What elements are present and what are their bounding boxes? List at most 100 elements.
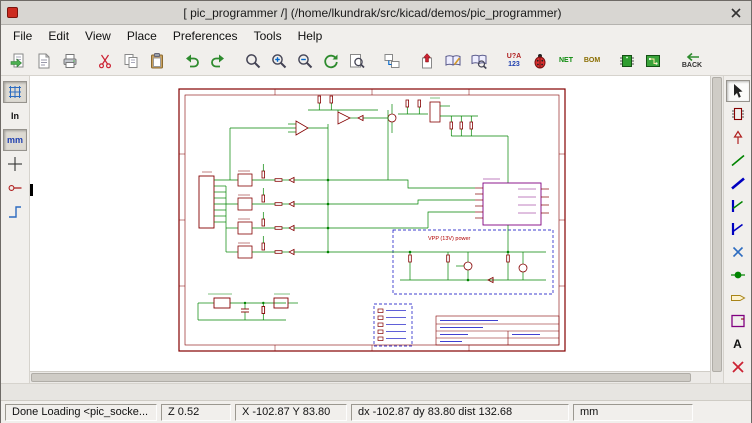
status-message: Done Loading <pic_socke... bbox=[5, 404, 157, 421]
erc-button[interactable] bbox=[527, 48, 553, 74]
page-settings-button[interactable] bbox=[31, 48, 57, 74]
horizontal-scrollbar-thumb[interactable] bbox=[31, 373, 691, 382]
crosshair-cursor bbox=[30, 184, 33, 196]
place-component-button[interactable] bbox=[726, 103, 750, 125]
netlist-button[interactable]: NET bbox=[553, 48, 579, 74]
vertical-scrollbar[interactable] bbox=[710, 76, 723, 383]
back-arrow-icon bbox=[683, 52, 701, 62]
undo-button[interactable] bbox=[179, 48, 205, 74]
bus-to-bus-icon bbox=[729, 220, 747, 238]
wire-to-bus-entry-button[interactable] bbox=[726, 195, 750, 217]
redo-button[interactable] bbox=[205, 48, 231, 74]
zoom-in-button[interactable] bbox=[266, 48, 292, 74]
copy-icon bbox=[122, 52, 140, 70]
leave-sheet-icon bbox=[418, 52, 436, 70]
app-icon bbox=[7, 7, 18, 18]
place-hierarchical-sheet-button[interactable] bbox=[726, 310, 750, 332]
menu-file[interactable]: File bbox=[5, 27, 40, 45]
bom-button[interactable]: BOM bbox=[579, 48, 605, 74]
status-units: mm bbox=[573, 404, 693, 421]
hv-orientation-button[interactable] bbox=[3, 201, 27, 223]
no-connect-icon bbox=[729, 243, 747, 261]
grid-icon bbox=[6, 83, 24, 101]
left-toolbar: In mm bbox=[1, 76, 30, 383]
place-bus-button[interactable] bbox=[726, 172, 750, 194]
units-inch-button[interactable]: In bbox=[3, 105, 27, 127]
copy-button[interactable] bbox=[118, 48, 144, 74]
delete-item-button[interactable] bbox=[726, 356, 750, 378]
menu-bar: File Edit View Place Preferences Tools H… bbox=[1, 25, 751, 46]
redo-icon bbox=[209, 52, 227, 70]
component-icon bbox=[729, 105, 747, 123]
clipboard-icon bbox=[148, 52, 166, 70]
wire-to-bus-icon bbox=[729, 197, 747, 215]
place-wire-button[interactable] bbox=[726, 149, 750, 171]
main-area: In mm bbox=[1, 76, 751, 383]
back-annotate-button[interactable]: BACK bbox=[675, 48, 709, 74]
leave-sheet-button[interactable] bbox=[414, 48, 440, 74]
menu-place[interactable]: Place bbox=[119, 27, 165, 45]
select-tool-button[interactable] bbox=[726, 80, 750, 102]
run-pcbnew-button[interactable] bbox=[640, 48, 666, 74]
library-browser-button[interactable] bbox=[466, 48, 492, 74]
hv-wire-icon bbox=[6, 203, 24, 221]
menu-view[interactable]: View bbox=[77, 27, 119, 45]
power-port-icon bbox=[729, 128, 747, 146]
find-button[interactable] bbox=[240, 48, 266, 74]
mm-units-icon: mm bbox=[7, 135, 23, 145]
close-button[interactable] bbox=[727, 4, 745, 22]
place-no-connect-button[interactable] bbox=[726, 241, 750, 263]
toolbar-separator bbox=[370, 48, 379, 74]
pin-icon bbox=[6, 179, 24, 197]
paste-button[interactable] bbox=[144, 48, 170, 74]
menu-help[interactable]: Help bbox=[290, 27, 331, 45]
status-position: X -102.87 Y 83.80 bbox=[235, 404, 347, 421]
place-text-button[interactable]: A bbox=[726, 333, 750, 355]
undo-icon bbox=[183, 52, 201, 70]
toolbar-separator bbox=[492, 48, 501, 74]
place-junction-button[interactable] bbox=[726, 264, 750, 286]
toolbar-separator bbox=[83, 48, 92, 74]
place-global-label-button[interactable] bbox=[726, 287, 750, 309]
units-mm-button[interactable]: mm bbox=[3, 129, 27, 151]
page-icon bbox=[35, 52, 53, 70]
horizontal-scrollbar[interactable] bbox=[30, 371, 710, 383]
pcb-icon bbox=[644, 52, 662, 70]
hierarchy-navigator-button[interactable] bbox=[379, 48, 405, 74]
schematic-drawing: VPP (13V) power bbox=[178, 88, 566, 352]
status-delta: dx -102.87 dy 83.80 dist 132.68 bbox=[351, 404, 569, 421]
zoom-out-button[interactable] bbox=[292, 48, 318, 74]
save-project-button[interactable] bbox=[5, 48, 31, 74]
menu-edit[interactable]: Edit bbox=[40, 27, 77, 45]
hidden-pins-button[interactable] bbox=[3, 177, 27, 199]
cursor-arrow-icon bbox=[729, 82, 747, 100]
library-editor-button[interactable] bbox=[440, 48, 466, 74]
schematic-canvas[interactable]: VPP (13V) power bbox=[30, 76, 710, 383]
zoom-out-icon bbox=[296, 52, 314, 70]
place-power-port-button[interactable] bbox=[726, 126, 750, 148]
cut-button[interactable] bbox=[92, 48, 118, 74]
annotate-button[interactable]: U?A123 bbox=[501, 48, 527, 74]
top-toolbar: U?A123 NET BOM BACK bbox=[1, 46, 751, 76]
close-icon bbox=[730, 7, 742, 19]
menu-preferences[interactable]: Preferences bbox=[165, 27, 246, 45]
right-toolbar: A bbox=[723, 76, 751, 383]
grid-toggle-button[interactable] bbox=[3, 81, 27, 103]
redraw-view-button[interactable] bbox=[318, 48, 344, 74]
cursor-shape-button[interactable] bbox=[3, 153, 27, 175]
toolbar-separator bbox=[666, 48, 675, 74]
run-cvpcb-button[interactable] bbox=[614, 48, 640, 74]
vertical-scrollbar-thumb[interactable] bbox=[712, 77, 722, 372]
printer-icon bbox=[61, 52, 79, 70]
menu-tools[interactable]: Tools bbox=[246, 27, 290, 45]
toolbar-separator bbox=[231, 48, 240, 74]
application-window: [ pic_programmer /] (/home/lkundrak/src/… bbox=[0, 0, 752, 423]
window-title: [ pic_programmer /] (/home/lkundrak/src/… bbox=[18, 6, 727, 20]
netlist-icon: NET bbox=[559, 57, 573, 65]
title-bar[interactable]: [ pic_programmer /] (/home/lkundrak/src/… bbox=[1, 1, 751, 25]
global-label-icon bbox=[729, 289, 747, 307]
bus-to-bus-entry-button[interactable] bbox=[726, 218, 750, 240]
book-pencil-icon bbox=[444, 52, 462, 70]
zoom-fit-button[interactable] bbox=[344, 48, 370, 74]
print-button[interactable] bbox=[57, 48, 83, 74]
